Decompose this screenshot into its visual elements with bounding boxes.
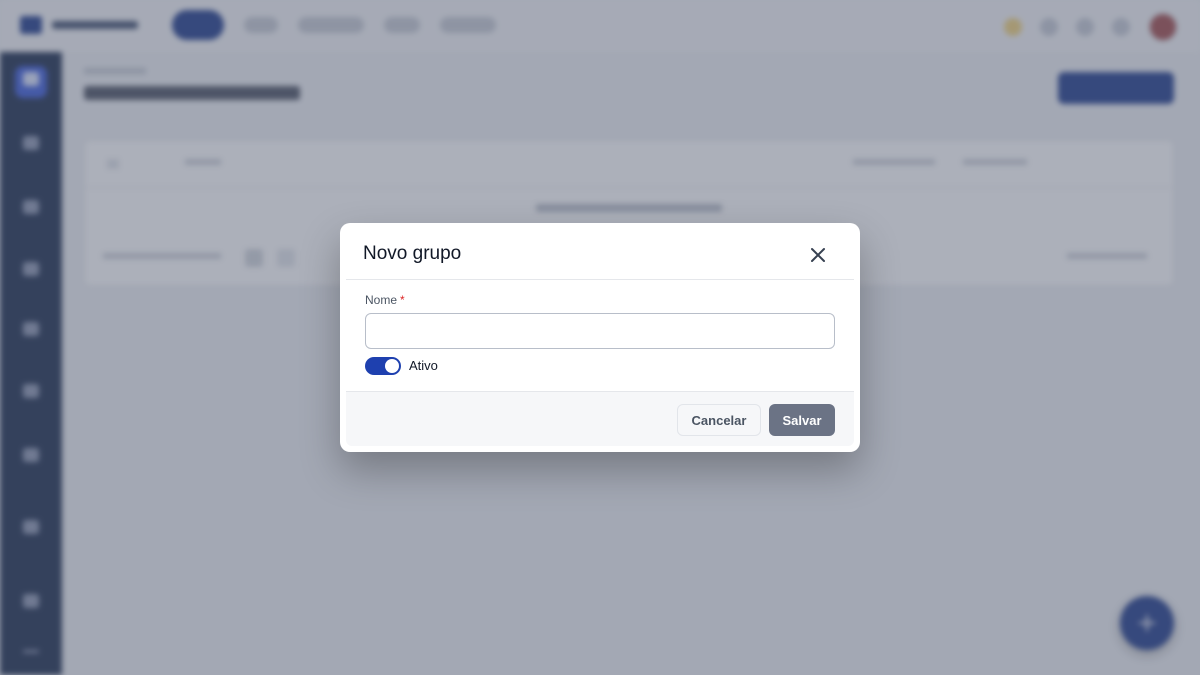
toggle-knob: [385, 359, 399, 373]
modal-panel: Novo grupo Nome * Ativo Cancelar Salvar: [346, 229, 854, 446]
name-field-label: Nome *: [365, 293, 405, 307]
new-group-modal: Novo grupo Nome * Ativo Cancelar Salvar: [340, 223, 860, 452]
save-button[interactable]: Salvar: [769, 404, 835, 436]
modal-header: Novo grupo: [346, 229, 854, 280]
name-input[interactable]: [365, 313, 835, 349]
close-button[interactable]: [806, 243, 830, 267]
active-toggle-label: Ativo: [409, 358, 438, 373]
modal-title: Novo grupo: [363, 243, 462, 264]
modal-footer: Cancelar Salvar: [346, 391, 854, 446]
active-toggle[interactable]: [365, 357, 401, 375]
required-mark: *: [400, 293, 405, 307]
name-label-text: Nome: [365, 293, 398, 307]
modal-body: Nome * Ativo: [346, 280, 854, 391]
close-icon: [811, 248, 825, 262]
cancel-button[interactable]: Cancelar: [677, 404, 761, 436]
